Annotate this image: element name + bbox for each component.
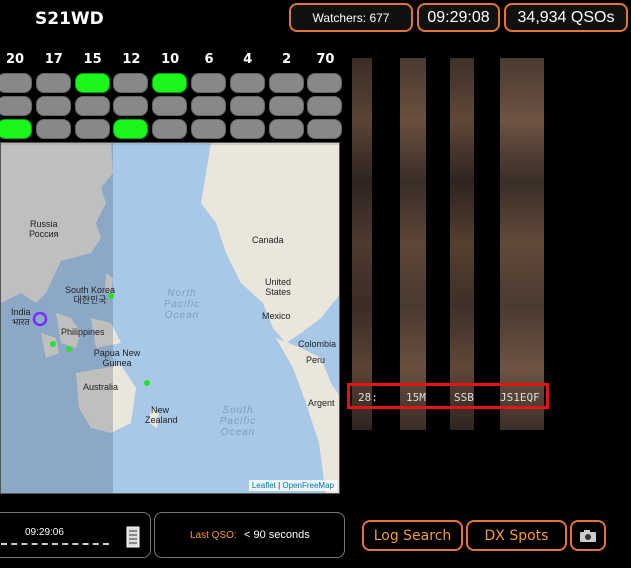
band-cell-15-row3[interactable]: [74, 119, 110, 139]
log-column-mode: [450, 58, 474, 430]
band-cell-6-row1[interactable]: [191, 73, 226, 93]
camera-button[interactable]: [570, 520, 606, 551]
label-new-zealand: New Zealand: [145, 405, 178, 425]
camera-icon: [580, 529, 596, 542]
clock-badge: 09:29:08: [417, 3, 500, 32]
band-cell-17-row2[interactable]: [35, 96, 71, 116]
highlighted-log-line[interactable]: 28: 15M SSB JS1EQF: [347, 383, 549, 409]
watchers-label: Watchers:: [312, 10, 367, 25]
clock-panel: 09:29:06: [0, 512, 151, 558]
band-cell-70-row2[interactable]: [307, 96, 343, 116]
label-south-korea-text: South Korea: [65, 285, 116, 295]
bottom-time: 09:29:06: [25, 527, 64, 538]
band-label-12: 12: [122, 52, 141, 67]
label-south-korea: South Korea 대한민국: [65, 285, 115, 305]
band-cell-4-row3[interactable]: [229, 119, 265, 139]
dx-spots-button[interactable]: DX Spots: [466, 520, 567, 551]
log-call: JS1EQF: [500, 391, 540, 404]
osm-link[interactable]: OpenFreeMap: [282, 481, 334, 490]
log-time: 28:: [358, 391, 378, 404]
band-cell-4-row2[interactable]: [229, 96, 265, 116]
label-india-text: India: [11, 307, 31, 317]
band-cell-15-row1[interactable]: [74, 73, 110, 93]
label-canada: Canada: [252, 235, 284, 245]
band-label-4: 4: [243, 52, 253, 67]
watchers-count: 677: [369, 10, 390, 25]
label-south-korea-native: 대한민국: [73, 295, 107, 305]
band-cell-70-row3[interactable]: [307, 119, 343, 139]
log-column-band: [400, 58, 426, 430]
band-cell-2-row1[interactable]: [268, 73, 304, 93]
band-cell-12-row2[interactable]: [113, 96, 149, 116]
band-cell-12-row1[interactable]: [113, 73, 149, 93]
log-band: 15M: [406, 391, 426, 404]
label-russia: Russia Россия: [29, 219, 59, 239]
dxpedition-callsign: S21WD: [35, 9, 104, 29]
map[interactable]: Russia Россия Canada South Korea 대한민국 Un…: [0, 142, 340, 494]
band-cell-17-row1[interactable]: [35, 73, 71, 93]
log-mode: SSB: [454, 391, 474, 404]
band-cell-6-row2[interactable]: [191, 96, 226, 116]
last-qso-panel: Last QSO: < 90 seconds: [154, 512, 345, 558]
band-label-6: 6: [204, 52, 214, 67]
clock-time: 09:29:08: [427, 8, 490, 26]
document-icon[interactable]: [126, 526, 140, 548]
label-australia: Australia: [83, 382, 119, 392]
label-russia-text: Russia: [30, 219, 58, 229]
band-cell-2-row3[interactable]: [268, 119, 304, 139]
qso-count-badge: 34,934 QSOs: [504, 3, 628, 32]
band-cell-20-row2[interactable]: [0, 96, 32, 116]
band-cell-17-row3[interactable]: [35, 119, 71, 139]
log-column-time: [352, 58, 372, 430]
map-attribution: Leaflet | OpenFreeMap: [248, 480, 337, 491]
band-cell-10-row1[interactable]: [152, 73, 188, 93]
band-label-17: 17: [44, 52, 63, 67]
band-cell-10-row2[interactable]: [152, 96, 188, 116]
label-south-pacific: South Pacific Ocean: [219, 405, 257, 438]
label-mexico: Mexico: [262, 311, 291, 321]
label-russia-native: Россия: [29, 229, 59, 239]
label-argentina: Argent: [308, 398, 335, 408]
band-cell-20-row1[interactable]: [0, 73, 32, 93]
band-label-70: 70: [316, 52, 335, 67]
leaflet-link[interactable]: Leaflet: [252, 481, 276, 490]
qso-unit: QSOs: [570, 8, 615, 26]
band-cell-4-row1[interactable]: [229, 73, 265, 93]
log-search-button[interactable]: Log Search: [362, 520, 463, 551]
last-qso-value: < 90 seconds: [244, 529, 310, 541]
band-cell-70-row1[interactable]: [307, 73, 343, 93]
qso-count: 34,934: [517, 8, 567, 26]
band-cell-20-row3[interactable]: [0, 119, 32, 139]
label-philippines: Philippines: [61, 327, 105, 337]
label-colombia: Colombia: [298, 339, 337, 349]
label-peru: Peru: [306, 355, 326, 365]
band-label-10: 10: [161, 52, 180, 67]
band-cell-2-row2[interactable]: [268, 96, 304, 116]
watchers-badge: Watchers: 677: [289, 3, 413, 32]
dashed-line: [1, 543, 109, 545]
label-north-pacific: North Pacific Ocean: [163, 288, 201, 321]
label-united-states: United States: [264, 277, 291, 297]
band-cell-15-row2[interactable]: [74, 96, 110, 116]
last-qso-label: Last QSO:: [190, 530, 237, 541]
label-india: India भारत: [11, 307, 31, 327]
band-cell-6-row3[interactable]: [191, 119, 226, 139]
label-india-native: भारत: [12, 317, 30, 327]
band-label-15: 15: [83, 52, 102, 67]
band-cell-10-row3[interactable]: [152, 119, 188, 139]
log-column-call: [500, 58, 544, 430]
band-label-2: 2: [282, 52, 292, 67]
band-label-20: 20: [5, 52, 25, 67]
band-cell-12-row3[interactable]: [113, 119, 149, 139]
label-png: Papua New Guinea: [93, 348, 141, 368]
